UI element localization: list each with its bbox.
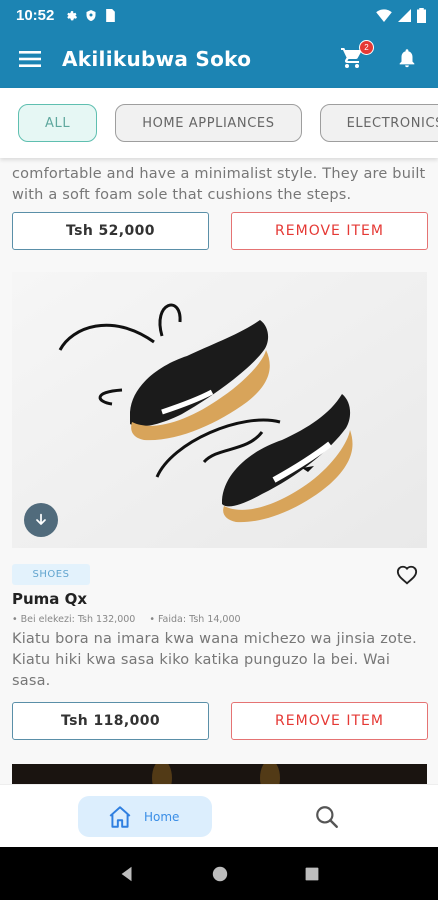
retail-price: • Bei elekezi: Tsh 132,000: [12, 614, 136, 625]
next-product-image[interactable]: [12, 764, 427, 784]
home-circle-icon[interactable]: [211, 865, 229, 883]
download-button[interactable]: [24, 503, 58, 537]
search-icon: [316, 806, 338, 828]
category-chips: ALL HOME APPLIANCES ELECTRONICS: [0, 88, 438, 158]
app-bar: Akilikubwa Soko 2: [0, 30, 438, 88]
product-image[interactable]: [12, 272, 427, 548]
status-time: 10:52: [16, 6, 55, 24]
sneakers-illustration: [12, 272, 427, 548]
product-list[interactable]: comfortable and have a minimalist style.…: [0, 158, 438, 784]
previous-item-description: comfortable and have a minimalist style.…: [12, 166, 426, 203]
heart-icon: [396, 565, 418, 585]
wifi-icon: [376, 8, 392, 22]
home-icon: [109, 805, 131, 828]
nav-home[interactable]: Home: [78, 796, 212, 837]
app-title: Akilikubwa Soko: [62, 47, 252, 71]
signal-icon: [398, 8, 411, 22]
arrow-down-icon: [36, 513, 46, 525]
product-meta: • Bei elekezi: Tsh 132,000 • Faida: Tsh …: [12, 614, 241, 625]
favorite-button[interactable]: [396, 564, 418, 586]
system-nav-bar: [0, 847, 438, 900]
nav-home-label: Home: [144, 809, 180, 824]
cart-button[interactable]: 2: [340, 40, 374, 72]
back-icon[interactable]: [118, 865, 136, 883]
chip-home-appliances[interactable]: HOME APPLIANCES: [115, 104, 302, 142]
product-name: Puma Qx: [12, 590, 88, 608]
product-remove-button[interactable]: REMOVE ITEM: [231, 702, 428, 740]
status-bar: 10:52: [0, 0, 438, 30]
menu-button[interactable]: [16, 45, 44, 73]
menu-icon: [19, 51, 41, 67]
product-price-button[interactable]: Tsh 118,000: [12, 702, 209, 740]
notifications-button[interactable]: [396, 46, 422, 72]
shield-icon: [86, 9, 96, 21]
previous-item-remove-button[interactable]: REMOVE ITEM: [231, 212, 428, 250]
profit: • Faida: Tsh 14,000: [149, 614, 241, 625]
sim-card-icon: [106, 8, 116, 22]
bell-icon: [399, 49, 415, 68]
bottom-nav: Home: [0, 784, 438, 847]
previous-item-price-button[interactable]: Tsh 52,000: [12, 212, 209, 250]
category-tag: SHOES: [12, 564, 90, 585]
chip-all[interactable]: ALL: [18, 104, 98, 142]
recents-icon[interactable]: [304, 866, 320, 882]
nav-search[interactable]: [314, 804, 340, 830]
cart-badge: 2: [359, 40, 374, 55]
gear-icon: [67, 10, 78, 20]
chip-electronics[interactable]: ELECTRONICS: [319, 104, 438, 142]
product-description: Kiatu bora na imara kwa wana michezo wa …: [12, 631, 417, 689]
battery-icon: [417, 7, 426, 23]
next-product-illustration: [12, 764, 427, 784]
